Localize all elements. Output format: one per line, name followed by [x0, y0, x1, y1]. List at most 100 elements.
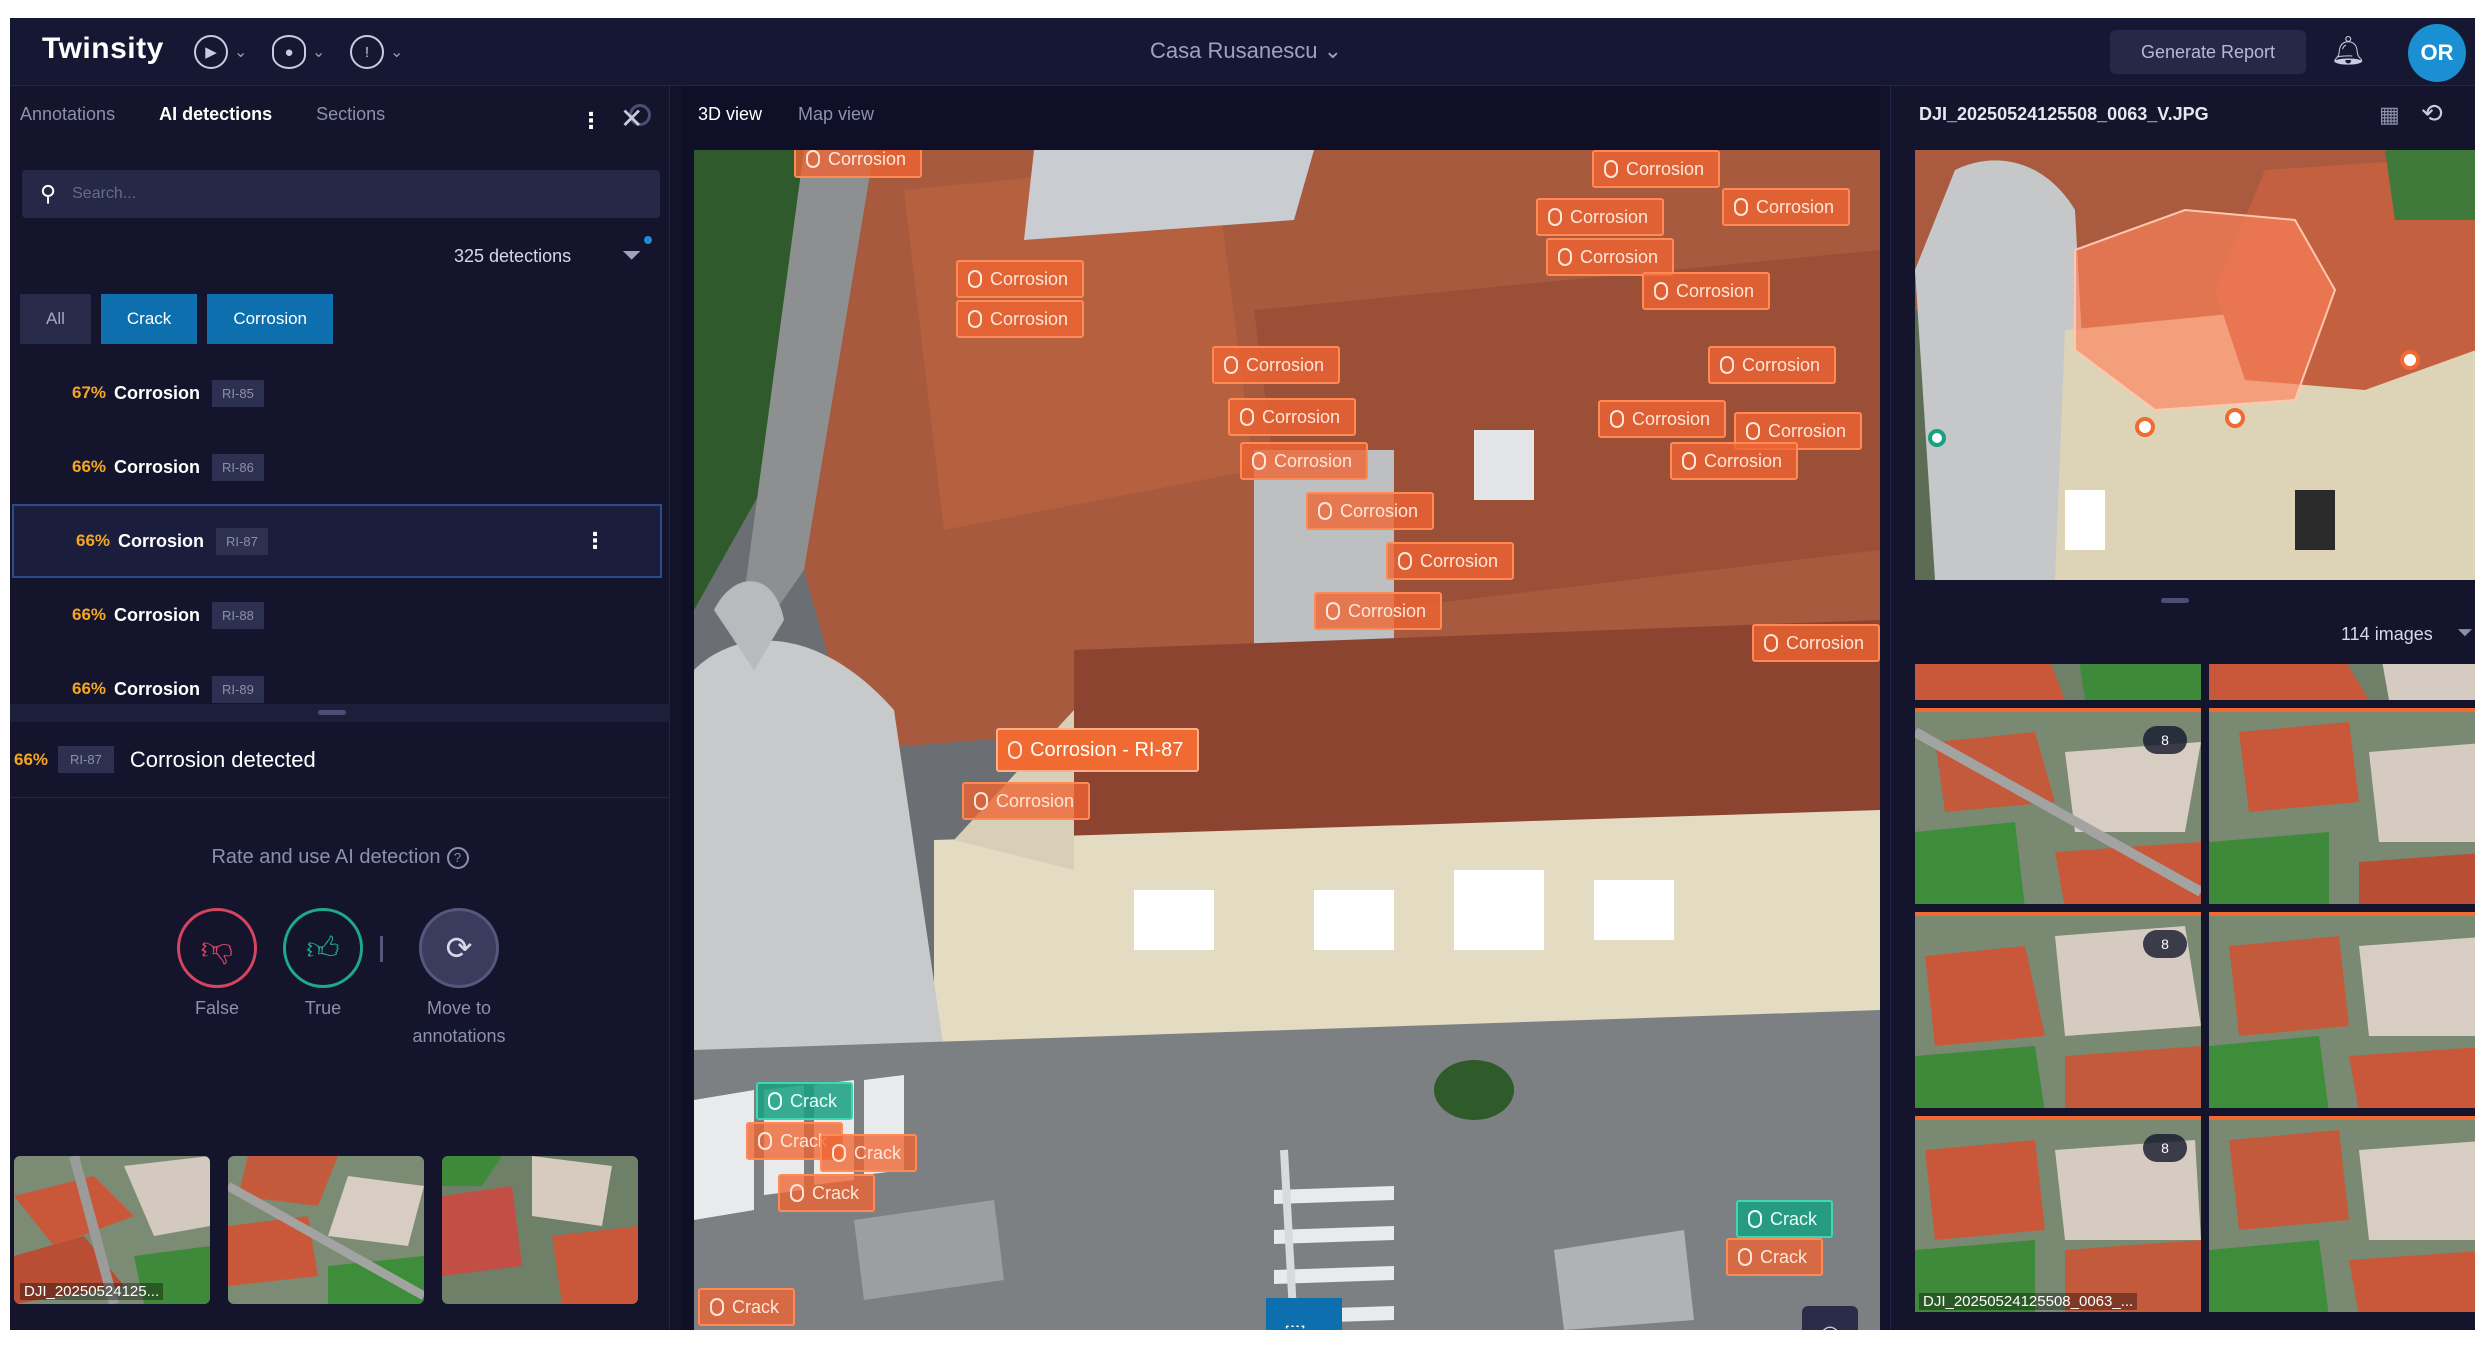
detection-row-selected[interactable]: 66% Corrosion RI-87 ⋮ — [12, 504, 662, 578]
detection-thumbnail[interactable]: DJI_20250524125... — [14, 1156, 210, 1304]
tab-3d-view[interactable]: 3D view — [698, 104, 762, 125]
crack-tag[interactable]: Crack — [820, 1134, 918, 1172]
gallery-image[interactable] — [2209, 1116, 2475, 1312]
move-to-annotations-button[interactable]: ⟳ Move to annotations — [404, 908, 514, 1050]
detection-row[interactable]: 66% Corrosion RI-88 — [10, 578, 670, 652]
mark-false-button[interactable]: 👎︎ False — [162, 908, 272, 1022]
info-tool[interactable]: ! ⌄ — [350, 34, 403, 70]
more-options-icon[interactable]: ⋮ — [580, 108, 602, 134]
user-avatar[interactable]: OR — [2408, 24, 2466, 82]
corrosion-tag[interactable]: Corrosion — [1722, 188, 1851, 226]
corrosion-tag[interactable]: Corrosion — [1670, 442, 1799, 480]
rotate-icon[interactable]: ⟲ — [2421, 98, 2443, 129]
more-options-icon[interactable]: ⋮ — [584, 528, 606, 554]
corrosion-tag[interactable]: Corrosion — [956, 300, 1085, 338]
corrosion-tag[interactable]: Corrosion — [1240, 442, 1369, 480]
crack-tag[interactable]: Crack — [756, 1082, 854, 1120]
gallery-image[interactable]: 8 — [1915, 912, 2201, 1108]
aerial-thumbnail-image — [442, 1156, 638, 1304]
detection-detail-header: 66% RI-87 Corrosion detected — [10, 722, 670, 798]
tag-icon — [974, 792, 988, 810]
tab-map-view[interactable]: Map view — [798, 104, 874, 125]
cursor-select-icon: ⬚ — [1284, 1319, 1307, 1331]
detection-label: Corrosion — [114, 604, 201, 625]
tab-sections[interactable]: Sections — [316, 104, 385, 125]
tag-label: Corrosion — [990, 268, 1069, 289]
filter-icon[interactable]: ⏷ — [622, 242, 641, 270]
gallery-image[interactable] — [2209, 664, 2475, 700]
crack-tag[interactable]: Crack — [698, 1288, 796, 1326]
gallery-image[interactable] — [1915, 664, 2201, 700]
notifications-bell-icon[interactable]: 🔔︎ — [2330, 34, 2366, 70]
corrosion-tag[interactable]: Corrosion — [1228, 398, 1357, 436]
tag-icon — [1604, 160, 1618, 178]
tag-label: Crack — [854, 1142, 902, 1163]
app-logo[interactable]: Twinsity — [42, 32, 164, 66]
corrosion-tag[interactable]: Corrosion — [794, 150, 923, 178]
tag-label: Corrosion — [1676, 280, 1755, 301]
detection-row[interactable]: 67% Corrosion RI-85 — [10, 356, 670, 430]
corrosion-tag[interactable]: Corrosion — [1642, 272, 1771, 310]
corrosion-tag[interactable]: Corrosion — [1708, 346, 1837, 384]
tab-ai-detections[interactable]: AI detections — [159, 104, 272, 125]
true-label: True — [304, 998, 342, 1018]
gallery-image[interactable]: 8 — [1915, 708, 2201, 904]
corrosion-tag[interactable]: Corrosion — [1546, 238, 1675, 276]
corrosion-tag[interactable]: Corrosion — [956, 260, 1085, 298]
detections-badge: 8 — [2143, 726, 2187, 754]
crack-tag[interactable]: Crack — [1736, 1200, 1834, 1238]
corrosion-tag[interactable]: Corrosion — [1752, 624, 1880, 662]
corrosion-tag[interactable]: Corrosion — [1592, 150, 1721, 188]
corrosion-tag[interactable]: Corrosion — [1386, 542, 1515, 580]
detection-id: RI-88 — [212, 601, 264, 629]
image-preview[interactable] — [1915, 150, 2475, 580]
generate-report-button[interactable]: Generate Report — [2110, 30, 2306, 74]
corrosion-tag[interactable]: Corrosion — [1212, 346, 1341, 384]
selected-corrosion-tag[interactable]: Corrosion - RI-87 — [996, 728, 1200, 772]
project-selector[interactable]: Casa Rusanescu ⌄ — [1150, 38, 1342, 64]
gallery-image[interactable]: 8 DJI_20250524125508_0063_... — [1915, 1116, 2201, 1312]
tag-label: Corrosion — [1704, 450, 1783, 471]
close-icon[interactable]: ✕ — [620, 102, 643, 135]
tag-label: Corrosion — [1420, 550, 1499, 571]
detection-thumbnail[interactable] — [442, 1156, 638, 1304]
filter-icon[interactable]: ⏷ — [2457, 622, 2473, 645]
detection-thumbnail[interactable] — [228, 1156, 424, 1304]
chip-all[interactable]: All — [20, 294, 91, 344]
corrosion-tag[interactable]: Corrosion — [1536, 198, 1665, 236]
gallery-image[interactable] — [2209, 708, 2475, 904]
tag-icon — [1764, 634, 1778, 652]
tag-icon — [1746, 422, 1760, 440]
crack-tag[interactable]: Crack — [1726, 1238, 1824, 1276]
corrosion-tag[interactable]: Corrosion — [962, 782, 1091, 820]
play-icon: ▶ — [194, 35, 228, 69]
viewer-tabs: 3D view Map view — [682, 86, 1880, 142]
visibility-tool[interactable]: ● ⌄ — [272, 34, 325, 70]
chip-crack[interactable]: Crack — [100, 294, 198, 344]
corrosion-tag[interactable]: Corrosion — [1306, 492, 1435, 530]
chip-corrosion[interactable]: Corrosion — [207, 294, 334, 344]
tab-annotations[interactable]: Annotations — [20, 104, 115, 125]
panel-resize-handle[interactable] — [10, 704, 670, 722]
grip-icon[interactable] — [2161, 598, 2189, 603]
grid-view-icon[interactable]: ▦ — [2379, 102, 2400, 128]
tag-label: Corrosion — [1274, 450, 1353, 471]
tag-icon — [768, 1092, 782, 1110]
move-label-line1: Move to — [426, 998, 492, 1018]
compass-icon[interactable]: ◎ — [1802, 1306, 1858, 1330]
tag-icon — [806, 150, 820, 168]
search-input[interactable] — [72, 185, 633, 203]
tag-icon — [832, 1144, 846, 1162]
selection-mode-button[interactable]: ⬚⌄ — [1266, 1298, 1342, 1330]
mark-true-button[interactable]: 👍︎ True — [268, 908, 378, 1022]
crack-tag[interactable]: Crack — [778, 1174, 876, 1212]
play-tool[interactable]: ▶ ⌄ — [194, 34, 247, 70]
help-icon[interactable]: ? — [446, 846, 469, 869]
detection-row[interactable]: 66% Corrosion RI-86 — [10, 430, 670, 504]
tag-label: Corrosion — [1632, 408, 1711, 429]
corrosion-tag[interactable]: Corrosion — [1314, 592, 1443, 630]
corrosion-tag[interactable]: Corrosion — [1598, 400, 1727, 438]
gallery-image[interactable] — [2209, 912, 2475, 1108]
chevron-down-icon: ⌄ — [1312, 1325, 1324, 1331]
3d-viewport[interactable]: Corrosion Corrosion Corrosion Corrosion … — [694, 150, 1880, 1330]
